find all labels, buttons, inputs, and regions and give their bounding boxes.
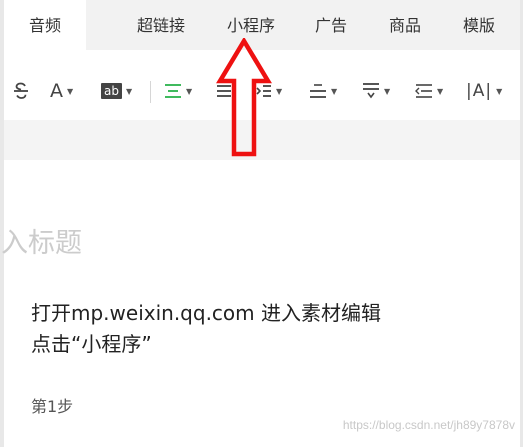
background-color-icon: ab [101, 83, 122, 99]
step-label: 第1步 [31, 397, 74, 416]
chevron-down-icon: ▼ [384, 86, 391, 96]
strikethrough-button[interactable] [12, 78, 30, 104]
letter-spacing-button[interactable]: |A| ▼ [466, 78, 502, 104]
title-placeholder: 输入标题 [0, 228, 82, 259]
strikethrough-icon [14, 82, 28, 99]
chevron-down-icon: ▼ [437, 86, 444, 96]
chevron-down-icon: ▼ [125, 86, 133, 96]
chevron-down-icon: ▼ [496, 86, 503, 96]
content-line: 打开mp.weixin.qq.com 进入素材编辑 [31, 301, 381, 325]
line-height-button[interactable]: ▼ [309, 78, 337, 104]
background-color-button[interactable]: ab ▼ [101, 78, 132, 104]
font-color-icon: A [50, 80, 63, 102]
paragraph-spacing-icon [363, 83, 379, 99]
tab-hyperlink[interactable]: 超链接 [120, 0, 202, 50]
chevron-down-icon: ▼ [67, 86, 74, 96]
line-height-icon [310, 84, 326, 98]
letter-spacing-icon: |A| [466, 81, 493, 101]
chevron-down-icon: ▼ [331, 86, 338, 96]
chevron-down-icon: ▼ [276, 86, 283, 96]
watermark: https://blog.csdn.net/jh89y7878v [342, 418, 515, 432]
tab-products[interactable]: 商品 [372, 0, 438, 50]
tab-templates[interactable]: 模版 [446, 0, 512, 50]
editor-content[interactable]: 打开mp.weixin.qq.com 进入素材编辑 点击“小程序” [31, 298, 471, 360]
align-center-icon [165, 84, 181, 98]
content-line: 点击“小程序” [31, 332, 152, 356]
outdent-button[interactable]: ▼ [415, 78, 443, 104]
chevron-down-icon: ▼ [186, 86, 193, 96]
title-input[interactable]: 输入标题 [0, 224, 300, 264]
font-color-button[interactable]: A ▼ [50, 78, 73, 104]
toolbar-divider [150, 81, 151, 103]
arrow-up-icon [216, 38, 272, 157]
tab-ads[interactable]: 广告 [298, 0, 364, 50]
align-center-button[interactable]: ▼ [164, 78, 192, 104]
paragraph-spacing-button[interactable]: ▼ [362, 78, 390, 104]
outdent-icon [415, 84, 432, 98]
tab-audio[interactable]: 音频 [4, 0, 86, 50]
